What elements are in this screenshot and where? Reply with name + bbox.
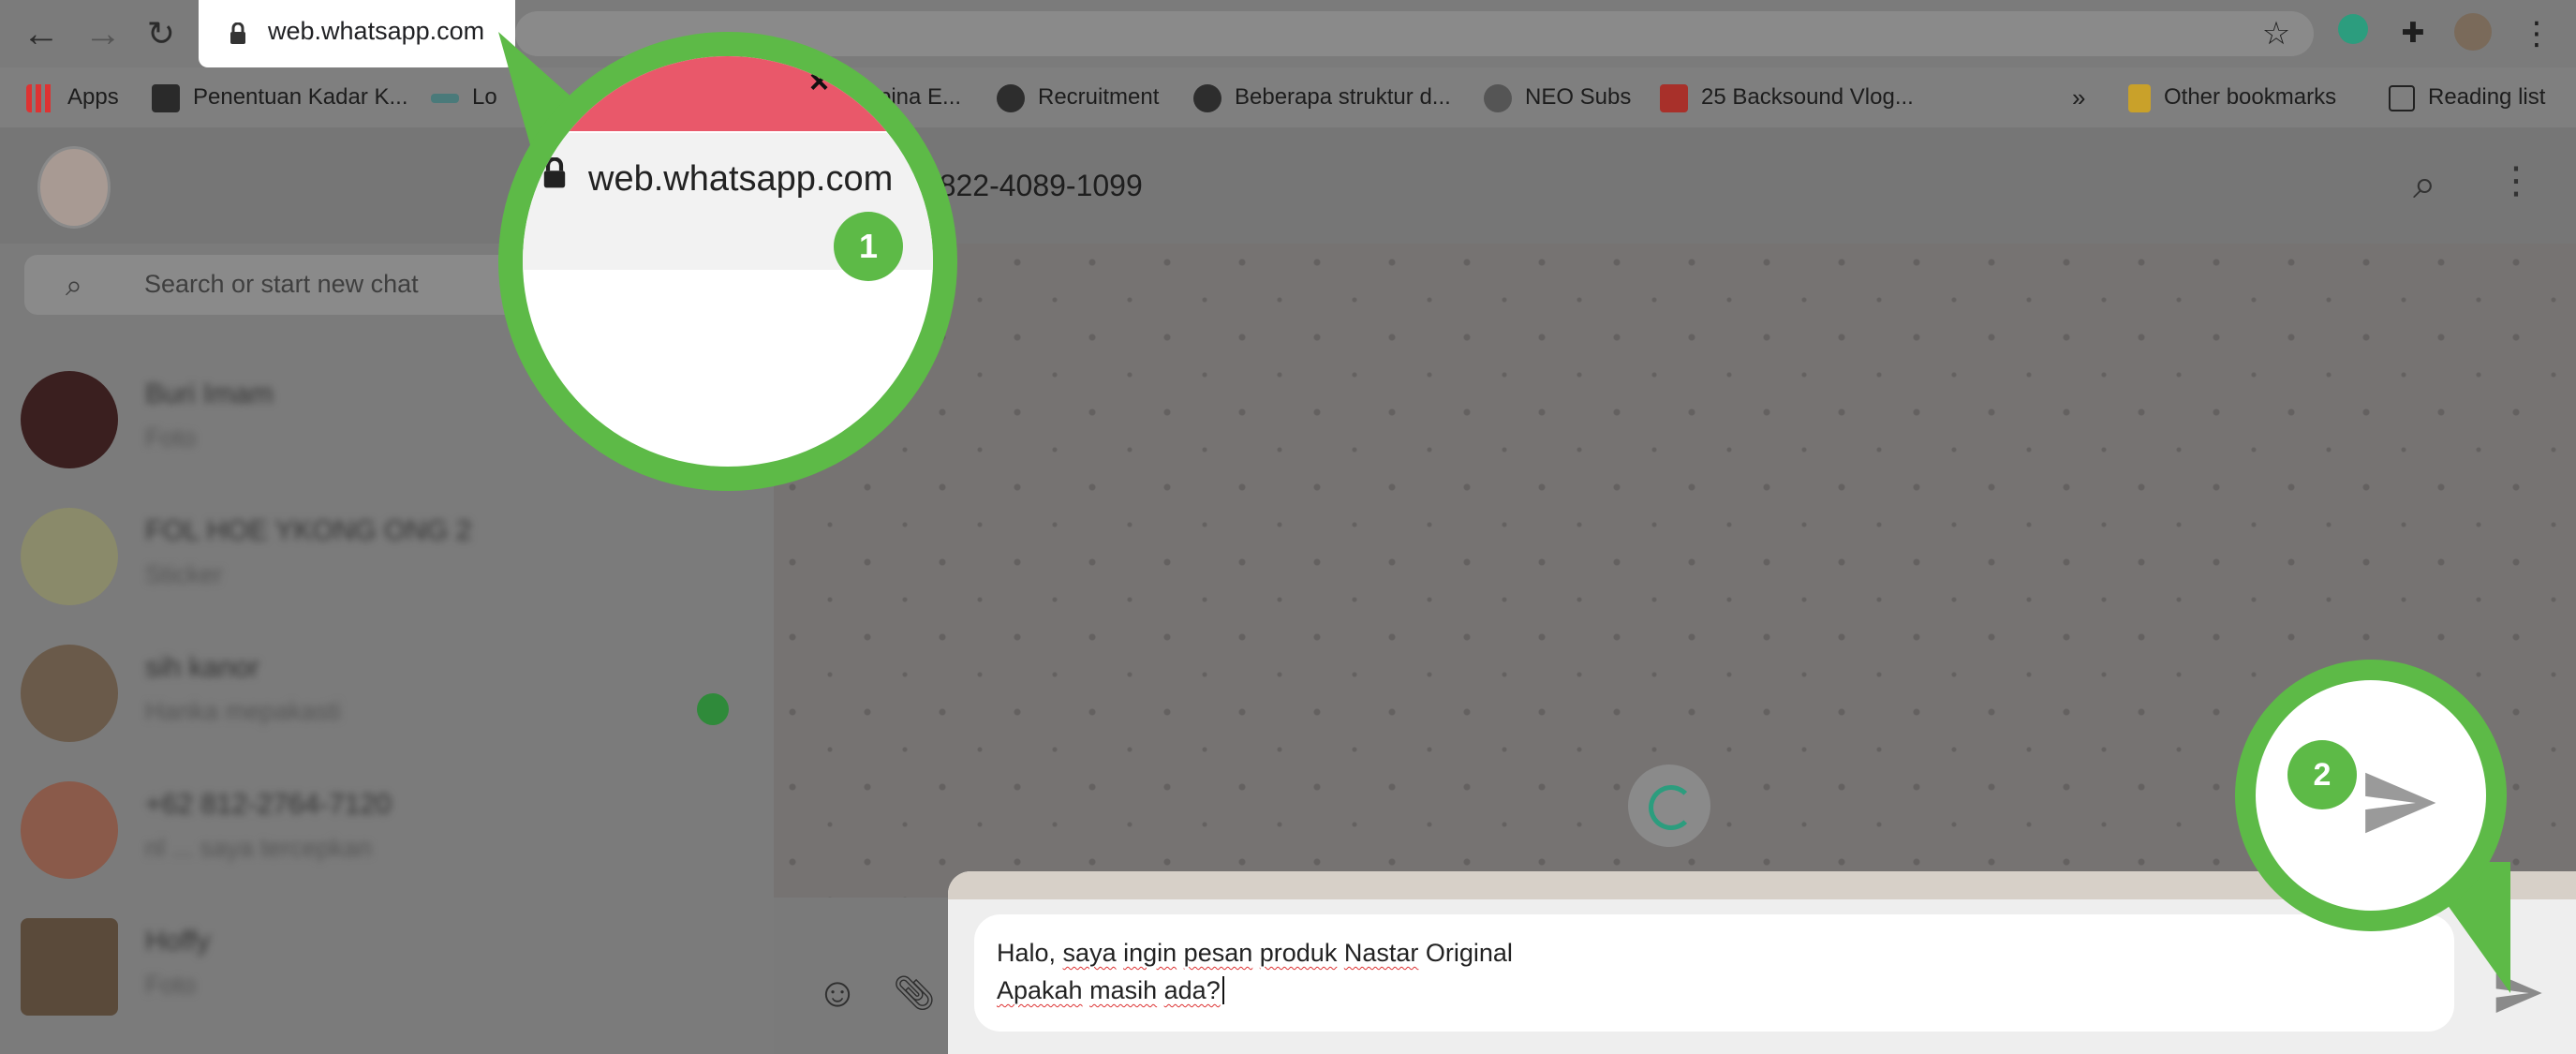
chat-list-item[interactable]: +62 812-2764-7120 nl ... saya tercepkan bbox=[0, 753, 774, 890]
loading-spinner bbox=[1628, 765, 1710, 847]
spinner-ring bbox=[1649, 785, 1694, 830]
globe-icon bbox=[1193, 83, 1221, 112]
step-1-badge: 1 bbox=[834, 212, 903, 281]
folder-icon bbox=[2128, 83, 2151, 112]
chat-avatar bbox=[21, 918, 118, 1016]
bookmark-beberapa[interactable]: Beberapa struktur d... bbox=[1193, 67, 1451, 127]
chat-preview: Sticker bbox=[145, 560, 223, 588]
reading-list-icon bbox=[2389, 84, 2415, 111]
bookmark-backsound[interactable]: 25 Backsound Vlog... bbox=[1660, 67, 1914, 127]
attach-paperclip-icon[interactable]: 📎︎ bbox=[890, 969, 939, 1017]
chat-avatar bbox=[21, 645, 118, 742]
neo-logo-icon bbox=[1484, 83, 1512, 112]
chat-name: sih kanor bbox=[145, 652, 259, 683]
chat-header: 2 822-4089-1099 ⌕ ⋮ bbox=[774, 127, 2576, 244]
browser-menu-icon[interactable]: ⋮ bbox=[2516, 13, 2557, 54]
chat-preview: Hanka mepakasti bbox=[145, 697, 341, 725]
zoomed-tab bbox=[560, 56, 925, 131]
chat-preview: Foto bbox=[145, 971, 197, 999]
lock-icon bbox=[543, 157, 566, 188]
chat-avatar bbox=[21, 781, 118, 879]
chat-list-item[interactable]: Hoffy Foto bbox=[0, 890, 774, 1027]
chat-search-icon[interactable]: ⌕ bbox=[2413, 161, 2436, 208]
bookmark-other[interactable]: Other bookmarks bbox=[2128, 67, 2336, 127]
callout-2-zoom bbox=[2256, 680, 2486, 911]
zoomed-url-text: web.whatsapp.com bbox=[588, 159, 894, 199]
chat-list-item[interactable]: sih kanor Hanka mepakasti bbox=[0, 616, 774, 753]
emoji-icon[interactable]: ☺ bbox=[813, 969, 862, 1017]
extensions-puzzle-icon[interactable]: ✚ bbox=[2392, 13, 2434, 54]
zoomed-send-icon bbox=[2365, 772, 2436, 834]
message-input[interactable]: Halo, saya ingin pesan produk Nastar Ori… bbox=[974, 914, 2454, 1032]
bookmarks-overflow-chevron[interactable]: » bbox=[2072, 67, 2085, 127]
star-bookmark-icon[interactable]: ☆ bbox=[2256, 13, 2297, 54]
chat-name: +62 812-2764-7120 bbox=[145, 789, 392, 820]
bookmark-reading-list[interactable]: Reading list bbox=[2389, 67, 2545, 127]
chat-preview: nl ... saya tercepkan bbox=[145, 834, 372, 862]
text-cursor bbox=[1221, 976, 1224, 1004]
step-2-badge: 2 bbox=[2287, 740, 2357, 809]
bookmark-red-icon bbox=[1660, 83, 1688, 112]
chat-menu-icon[interactable]: ⋮ bbox=[2497, 159, 2535, 202]
close-tab-icon: × bbox=[809, 62, 830, 100]
grammarly-icon[interactable] bbox=[2332, 13, 2374, 54]
message-line-2: Apakah masih ada? bbox=[997, 976, 1224, 1005]
chat-name: Hoffy bbox=[145, 926, 211, 957]
unread-badge bbox=[697, 693, 729, 725]
bookmark-neo-subs[interactable]: NEO Subs bbox=[1484, 67, 1631, 127]
profile-avatar-icon[interactable] bbox=[2452, 13, 2494, 54]
message-line-1: Halo, saya ingin pesan produk Nastar Ori… bbox=[997, 939, 1513, 967]
